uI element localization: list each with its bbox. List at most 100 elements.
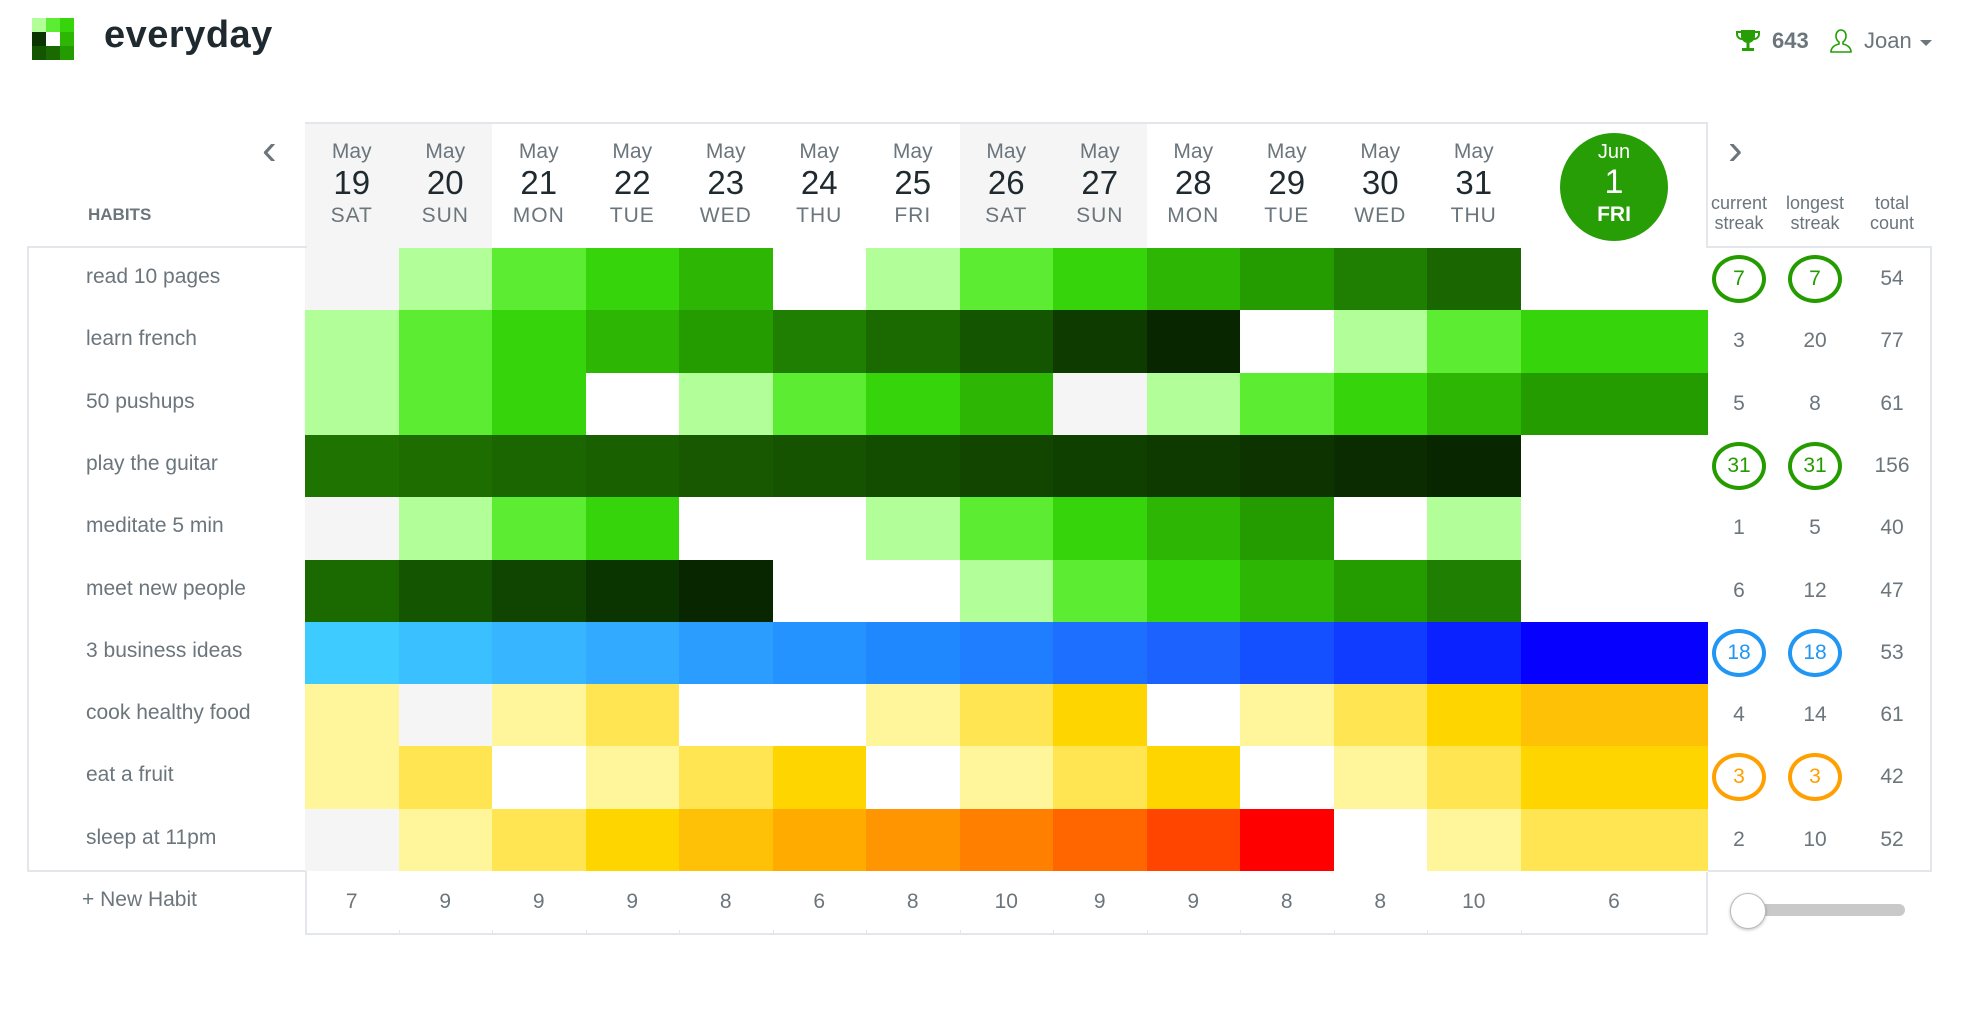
habit-day-cell[interactable] bbox=[585, 559, 680, 623]
habit-day-cell[interactable] bbox=[1427, 684, 1521, 747]
habit-day-cell[interactable] bbox=[679, 248, 773, 311]
habit-day-cell[interactable] bbox=[959, 684, 1054, 747]
habit-day-cell[interactable] bbox=[585, 808, 680, 872]
habit-day-cell[interactable] bbox=[1333, 559, 1428, 623]
habit-day-cell[interactable] bbox=[1240, 808, 1334, 872]
habit-day-cell[interactable] bbox=[866, 372, 960, 436]
habit-day-cell[interactable] bbox=[585, 372, 680, 436]
habit-day-cell[interactable] bbox=[866, 497, 960, 560]
habit-day-cell[interactable] bbox=[679, 497, 773, 560]
habit-day-cell[interactable] bbox=[1240, 559, 1334, 623]
habit-day-cell[interactable] bbox=[1146, 808, 1241, 872]
habit-day-cell[interactable] bbox=[866, 434, 960, 498]
habit-day-cell[interactable] bbox=[1240, 684, 1334, 747]
habit-day-cell[interactable] bbox=[1427, 621, 1521, 685]
habit-day-cell[interactable] bbox=[1146, 248, 1241, 311]
habit-day-cell[interactable] bbox=[398, 248, 493, 311]
habit-day-cell[interactable] bbox=[398, 684, 493, 747]
habit-day-cell[interactable] bbox=[398, 621, 493, 685]
habit-day-cell[interactable] bbox=[1146, 559, 1241, 623]
date-column-header[interactable]: May 29 TUE bbox=[1240, 124, 1334, 248]
user-menu[interactable]: Joan bbox=[1864, 28, 1912, 54]
habit-day-cell[interactable] bbox=[585, 621, 680, 685]
habit-day-cell[interactable] bbox=[1240, 248, 1334, 311]
habit-day-cell[interactable] bbox=[1146, 434, 1241, 498]
date-column-header[interactable]: May 21 MON bbox=[492, 124, 586, 248]
habit-day-cell[interactable] bbox=[1146, 372, 1241, 436]
habit-day-cell[interactable] bbox=[772, 684, 867, 747]
habit-day-cell[interactable] bbox=[959, 434, 1054, 498]
zoom-slider-handle[interactable] bbox=[1730, 893, 1766, 929]
habit-day-cell[interactable] bbox=[866, 684, 960, 747]
habit-day-cell[interactable] bbox=[679, 684, 773, 747]
habit-day-cell[interactable] bbox=[1333, 808, 1428, 872]
chevron-down-icon[interactable] bbox=[1920, 40, 1932, 46]
habit-day-cell[interactable] bbox=[1427, 434, 1521, 498]
habit-day-cell[interactable] bbox=[492, 434, 586, 498]
habit-day-cell[interactable] bbox=[772, 434, 867, 498]
habit-day-cell[interactable] bbox=[305, 808, 399, 872]
habit-day-cell[interactable] bbox=[1427, 559, 1521, 623]
habit-day-cell[interactable] bbox=[1427, 497, 1521, 560]
habit-day-cell[interactable] bbox=[1520, 434, 1708, 498]
date-column-header[interactable]: May 22 TUE bbox=[586, 124, 680, 248]
habit-day-cell[interactable] bbox=[398, 372, 493, 436]
habit-day-cell[interactable] bbox=[305, 434, 399, 498]
habit-day-cell[interactable] bbox=[398, 746, 493, 810]
habit-day-cell[interactable] bbox=[1427, 248, 1521, 311]
habit-day-cell[interactable] bbox=[1520, 746, 1708, 810]
habit-day-cell[interactable] bbox=[959, 559, 1054, 623]
habit-day-cell[interactable] bbox=[1240, 310, 1334, 374]
user-icon[interactable] bbox=[1830, 28, 1852, 54]
habit-day-cell[interactable] bbox=[1520, 684, 1708, 747]
date-column-header[interactable]: May 27 SUN bbox=[1053, 124, 1147, 248]
habit-day-cell[interactable] bbox=[772, 746, 867, 810]
habit-day-cell[interactable] bbox=[1427, 310, 1521, 374]
next-week-button[interactable]: › bbox=[1728, 128, 1743, 172]
habit-day-cell[interactable] bbox=[772, 372, 867, 436]
habit-day-cell[interactable] bbox=[492, 497, 586, 560]
habit-day-cell[interactable] bbox=[959, 372, 1054, 436]
new-habit-button[interactable]: + New Habit bbox=[82, 888, 197, 912]
habit-day-cell[interactable] bbox=[305, 372, 399, 436]
habit-day-cell[interactable] bbox=[1146, 621, 1241, 685]
habit-day-cell[interactable] bbox=[772, 248, 867, 311]
habit-day-cell[interactable] bbox=[679, 808, 773, 872]
habit-day-cell[interactable] bbox=[866, 621, 960, 685]
habit-name[interactable]: play the guitar bbox=[86, 452, 218, 476]
habit-day-cell[interactable] bbox=[1520, 372, 1708, 436]
habit-day-cell[interactable] bbox=[772, 621, 867, 685]
habit-day-cell[interactable] bbox=[1053, 559, 1147, 623]
habit-day-cell[interactable] bbox=[1053, 746, 1147, 810]
habit-day-cell[interactable] bbox=[1053, 497, 1147, 560]
date-column-header[interactable]: May 20 SUN bbox=[398, 124, 492, 248]
habit-day-cell[interactable] bbox=[1427, 372, 1521, 436]
habit-day-cell[interactable] bbox=[492, 684, 586, 747]
habit-day-cell[interactable] bbox=[585, 497, 680, 560]
habit-day-cell[interactable] bbox=[305, 310, 399, 374]
habit-day-cell[interactable] bbox=[492, 372, 586, 436]
habit-day-cell[interactable] bbox=[959, 497, 1054, 560]
habit-day-cell[interactable] bbox=[1333, 248, 1428, 311]
date-column-header[interactable]: May 28 MON bbox=[1147, 124, 1241, 248]
date-column-header[interactable]: May 26 SAT bbox=[959, 124, 1053, 248]
habit-day-cell[interactable] bbox=[1146, 746, 1241, 810]
habit-day-cell[interactable] bbox=[492, 746, 586, 810]
habit-day-cell[interactable] bbox=[1240, 372, 1334, 436]
habit-day-cell[interactable] bbox=[398, 434, 493, 498]
habit-day-cell[interactable] bbox=[959, 248, 1054, 311]
habit-day-cell[interactable] bbox=[1333, 372, 1428, 436]
habit-day-cell[interactable] bbox=[1520, 559, 1708, 623]
habit-day-cell[interactable] bbox=[866, 746, 960, 810]
habit-name[interactable]: meditate 5 min bbox=[86, 514, 224, 538]
habit-day-cell[interactable] bbox=[772, 497, 867, 560]
habit-day-cell[interactable] bbox=[866, 559, 960, 623]
date-column-header[interactable]: May 25 FRI bbox=[866, 124, 960, 248]
habit-day-cell[interactable] bbox=[959, 621, 1054, 685]
habit-day-cell[interactable] bbox=[1053, 621, 1147, 685]
habit-day-cell[interactable] bbox=[1520, 808, 1708, 872]
habit-day-cell[interactable] bbox=[1240, 497, 1334, 560]
habit-day-cell[interactable] bbox=[305, 746, 399, 810]
habit-day-cell[interactable] bbox=[492, 248, 586, 311]
habit-name[interactable]: eat a fruit bbox=[86, 763, 174, 787]
